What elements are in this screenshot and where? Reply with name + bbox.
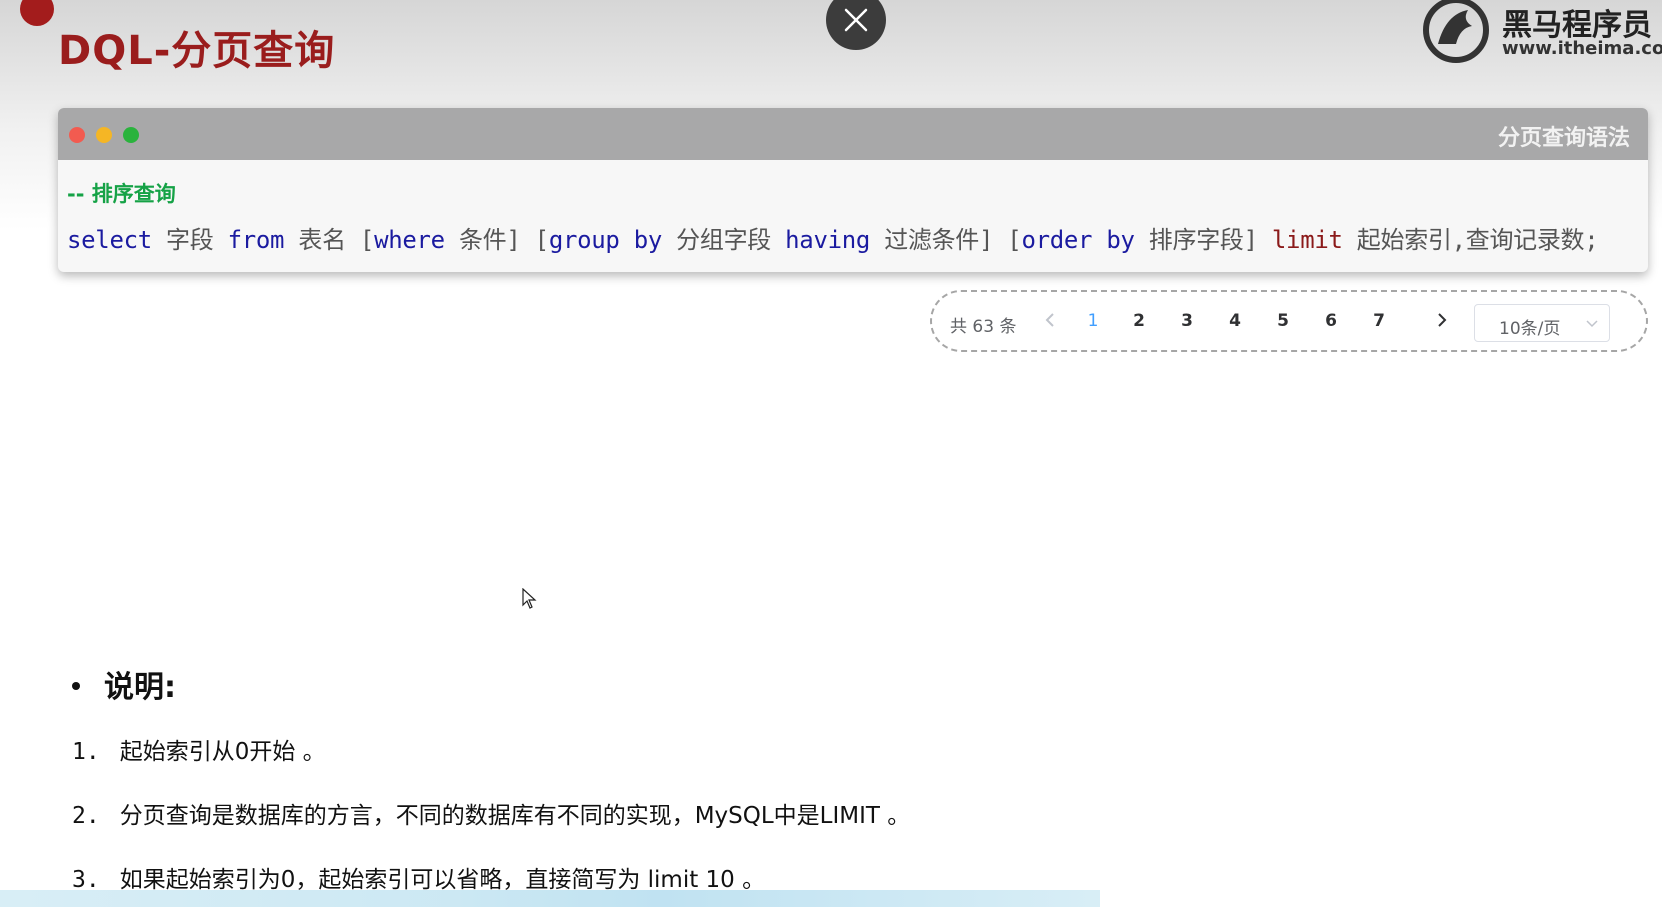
code-text: 起始索引,查询记录数;: [1342, 226, 1599, 254]
logo-url: www.itheima.com: [1502, 38, 1662, 59]
code-text: 过滤条件] [: [870, 226, 1022, 254]
bottom-decoration-strip: [0, 890, 1100, 907]
code-text: 字段: [151, 226, 228, 254]
kw-select: select: [67, 226, 152, 254]
pagination-total: 共 63 条: [950, 317, 1017, 337]
code-text: 分组字段: [662, 226, 786, 254]
horse-logo-icon: [1423, 0, 1489, 63]
notes-heading: 说明:: [72, 662, 176, 706]
note-number: 1.: [72, 739, 100, 765]
page-size-label: 10条/页: [1499, 319, 1561, 339]
prev-arrow-icon: [1045, 313, 1054, 327]
code-line: select 字段 from 表名 [where 条件] [group by 分…: [67, 220, 1599, 255]
page-1-button[interactable]: 1: [1078, 311, 1108, 331]
code-card: 分页查询语法 -- 排序查询 select 字段 from 表名 [where …: [58, 108, 1648, 272]
chevron-down-icon: [1586, 320, 1598, 328]
page-size-select[interactable]: 10条/页: [1474, 304, 1610, 342]
mouse-cursor-icon: [522, 588, 537, 609]
bullet-icon: [72, 681, 80, 690]
code-comment: -- 排序查询: [67, 182, 176, 206]
page-4-button[interactable]: 4: [1220, 311, 1250, 331]
notes-heading-text: 说明:: [104, 670, 176, 705]
note-item: 3. 如果起始索引为0，起始索引可以省略，直接简写为 limit 10 。: [72, 860, 765, 894]
page-3-button[interactable]: 3: [1172, 311, 1202, 331]
next-page-button[interactable]: [1436, 310, 1448, 335]
code-card-titlebar: 分页查询语法: [58, 108, 1648, 160]
kw-from: from: [227, 226, 285, 254]
page-5-button[interactable]: 5: [1268, 311, 1298, 331]
note-item: 1. 起始索引从0开始 。: [72, 732, 326, 766]
kw-where: where: [374, 226, 445, 254]
itheima-logo: 黑马程序员 www.itheima.com: [1416, 0, 1662, 64]
note-number: 2.: [72, 803, 100, 829]
window-maximize-dot: [123, 127, 139, 143]
window-minimize-dot: [96, 127, 112, 143]
close-icon: [844, 8, 868, 32]
page-6-button[interactable]: 6: [1316, 311, 1346, 331]
kw-having: having: [785, 226, 871, 254]
pagination: 共 63 条 1 2 3 4 5 6 7 10条/页: [930, 290, 1648, 352]
window-close-dot: [69, 127, 85, 143]
code-text: 表名 [: [284, 226, 375, 254]
note-text: 起始索引从0开始 。: [119, 739, 326, 765]
page-2-button[interactable]: 2: [1124, 311, 1154, 331]
note-text: 分页查询是数据库的方言，不同的数据库有不同的实现，MySQL中是LIMIT 。: [119, 803, 911, 829]
code-card-title: 分页查询语法: [1497, 126, 1630, 151]
prev-page-button[interactable]: [1044, 310, 1056, 335]
next-arrow-icon: [1438, 313, 1447, 327]
kw-limit: limit: [1271, 226, 1343, 254]
code-text: 条件] [: [444, 226, 549, 254]
kw-order-by: order by: [1021, 226, 1135, 254]
page-7-button[interactable]: 7: [1364, 311, 1394, 331]
kw-group-by: group by: [548, 226, 663, 254]
code-text: 排序字段]: [1134, 226, 1272, 254]
slide-title: DQL-分页查询: [58, 28, 336, 74]
note-item: 2. 分页查询是数据库的方言，不同的数据库有不同的实现，MySQL中是LIMIT …: [72, 796, 910, 830]
